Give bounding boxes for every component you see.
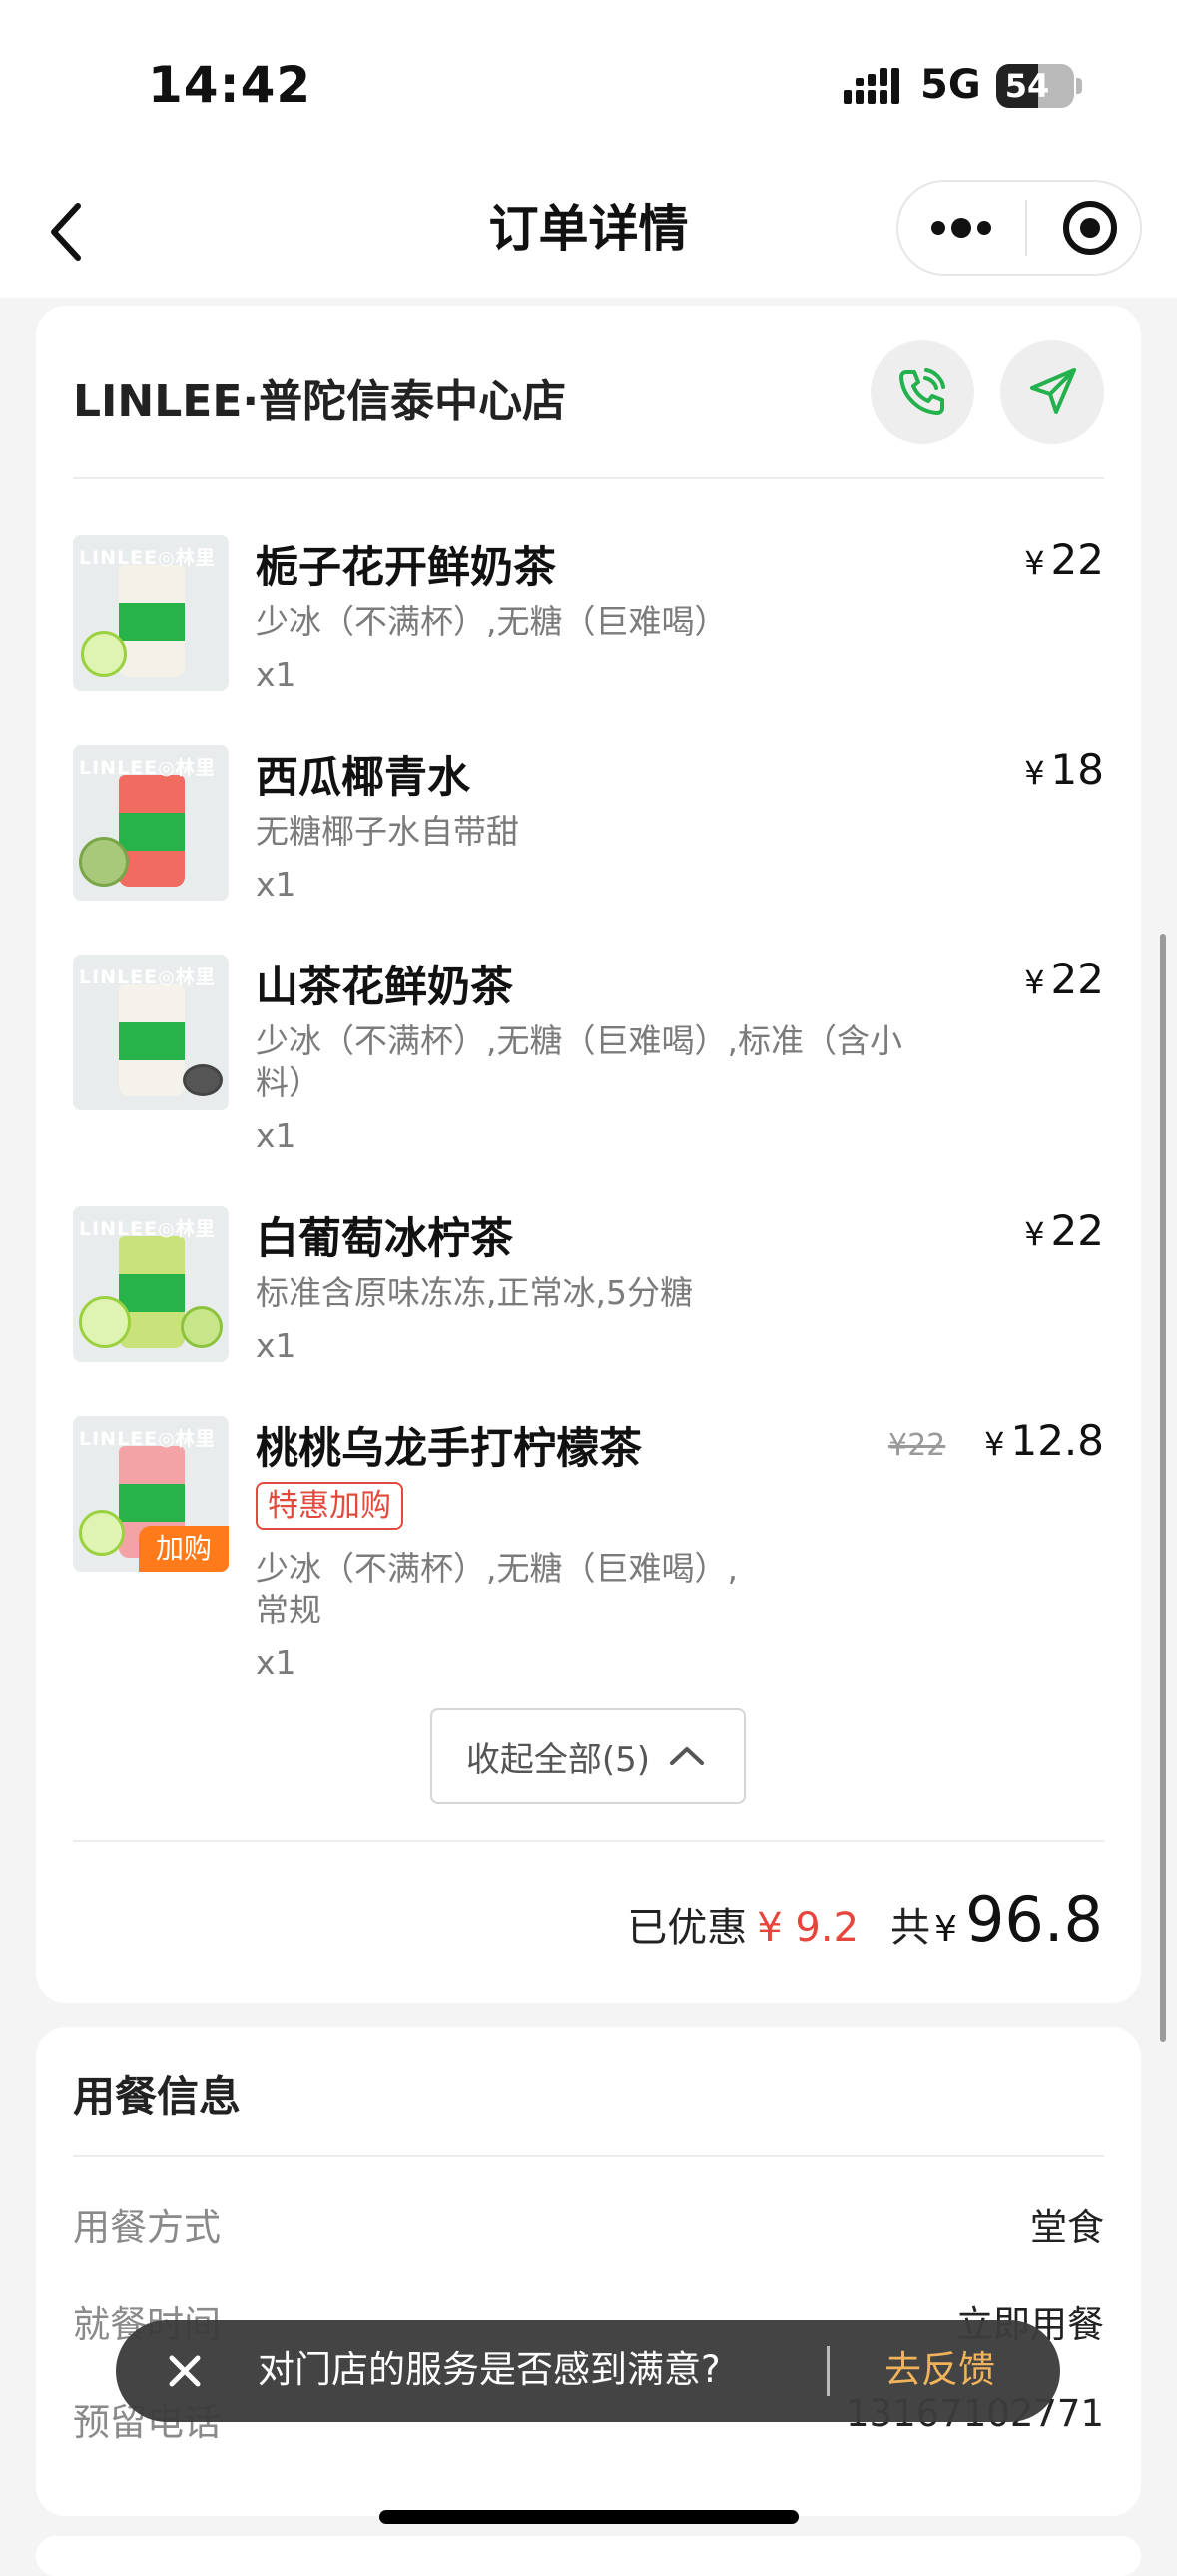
total-label: 共 (890, 1905, 931, 1951)
battery-tip (1076, 78, 1082, 94)
store-name: LINLEE·普陀信泰中心店 (73, 376, 567, 427)
product-image: LINLEE◎林里 (73, 535, 229, 691)
item-price: ¥22 (1024, 1206, 1104, 1255)
item-quantity: x1 (256, 1643, 296, 1682)
discount-value: ¥ 9.2 (757, 1905, 860, 1951)
original-price: ¥22 (888, 1428, 946, 1463)
item-price: ¥18 (1024, 745, 1104, 794)
item-name: 白葡萄冰柠茶 (256, 1214, 513, 1264)
divider (73, 477, 1104, 479)
product-image: LINLEE◎林里 (73, 955, 229, 1110)
price-value: 18 (1050, 745, 1104, 794)
thumb-brand: LINLEE◎林里 (79, 547, 216, 569)
total-currency: ¥ (934, 1909, 957, 1950)
dining-mode-value: 堂食 (1030, 2206, 1104, 2249)
cup-label (119, 603, 185, 641)
collapse-all-button[interactable]: 收起全部(5) (430, 1708, 746, 1804)
thumb-brand: LINLEE◎林里 (79, 966, 216, 988)
lime-slice (79, 1296, 131, 1348)
lime-slice (79, 1510, 125, 1556)
discount-label: 已优惠 (627, 1905, 748, 1951)
close-mini-program-icon[interactable] (1048, 188, 1132, 268)
currency-symbol: ¥ (1024, 1215, 1045, 1253)
toast-message: 对门店的服务是否感到满意? (258, 2348, 721, 2391)
back-icon[interactable] (40, 192, 100, 272)
battery-level: 54 (1004, 67, 1050, 105)
cup-label (119, 1274, 185, 1312)
currency-symbol: ¥ (1024, 544, 1045, 582)
network-type: 5G (920, 62, 981, 108)
item-name: 栀子花开鲜奶茶 (256, 543, 556, 593)
item-name: 西瓜椰青水 (256, 753, 470, 803)
item-options: 少冰（不满杯）,无糖（巨难喝）,标准（含小料） (256, 1021, 902, 1102)
order-totals: 已优惠 ¥ 9.2 共 ¥ 96.8 (627, 1883, 1103, 1956)
capsule-divider (1025, 200, 1027, 256)
thumb-brand: LINLEE◎林里 (79, 1218, 216, 1240)
item-quantity: x1 (256, 1116, 296, 1155)
divider (73, 1840, 1104, 1842)
collapse-label: 收起全部(5) (465, 1739, 651, 1780)
product-image: LINLEE◎林里 (73, 745, 229, 901)
chevron-up-icon (670, 1747, 705, 1765)
lime-slice (81, 631, 127, 677)
item-options: 少冰（不满杯）,无糖（巨难喝）, 常规 (256, 1549, 738, 1629)
status-time: 14:42 (148, 56, 312, 114)
signal-icon (844, 68, 899, 104)
product-image: LINLEE◎林里 (73, 1206, 229, 1362)
cup-label (119, 1022, 185, 1060)
grape (181, 1306, 223, 1348)
price-value: 12.8 (1010, 1416, 1104, 1465)
item-quantity: x1 (256, 865, 296, 904)
currency-symbol: ¥ (984, 1425, 1005, 1463)
item-options: 少冰（不满杯）,无糖（巨难喝） (256, 602, 728, 641)
item-price: ¥22 (1024, 535, 1104, 584)
product-image: LINLEE◎林里 加购 (73, 1416, 229, 1572)
addon-tag: 加购 (139, 1526, 229, 1572)
home-indicator[interactable] (379, 2510, 799, 2524)
price-value: 22 (1050, 955, 1104, 1003)
item-price: ¥22 (1024, 955, 1104, 1003)
total-value: 96.8 (964, 1883, 1103, 1956)
tea-leaves (183, 1064, 223, 1096)
section-title: 用餐信息 (73, 2072, 242, 2121)
item-quantity: x1 (256, 1326, 296, 1365)
item-name: 桃桃乌龙手打柠檬茶 (256, 1424, 642, 1474)
coconut-shape (79, 837, 129, 887)
dining-mode-label: 用餐方式 (73, 2206, 221, 2249)
currency-symbol: ¥ (1024, 964, 1045, 1001)
more-icon[interactable] (916, 188, 1006, 268)
item-options: 无糖椰子水自带甜 (256, 812, 519, 851)
cup-label (119, 1484, 185, 1522)
call-store-button[interactable] (871, 340, 974, 444)
divider (73, 2155, 1104, 2157)
feedback-link[interactable]: 去反馈 (884, 2340, 995, 2400)
scrollbar[interactable] (1160, 934, 1166, 2042)
thumb-brand: LINLEE◎林里 (79, 757, 216, 779)
price-value: 22 (1050, 1206, 1104, 1255)
navigation-arrow-icon (1030, 368, 1076, 414)
item-options: 标准含原味冻冻,正常冰,5分糖 (256, 1273, 693, 1312)
cup-label (119, 813, 185, 851)
item-quantity: x1 (256, 655, 296, 694)
phone-icon (899, 368, 945, 415)
promo-badge: 特惠加购 (256, 1482, 403, 1530)
close-icon[interactable] (156, 2342, 214, 2400)
toast-divider (827, 2346, 830, 2396)
battery-icon: 54 (996, 64, 1074, 108)
item-name: 山茶花鲜奶茶 (256, 963, 513, 1012)
next-card (36, 2536, 1141, 2576)
currency-symbol: ¥ (1024, 754, 1045, 792)
item-price: ¥12.8 (984, 1416, 1104, 1465)
price-value: 22 (1050, 535, 1104, 584)
navigate-button[interactable] (1000, 340, 1104, 444)
thumb-brand: LINLEE◎林里 (79, 1428, 216, 1450)
